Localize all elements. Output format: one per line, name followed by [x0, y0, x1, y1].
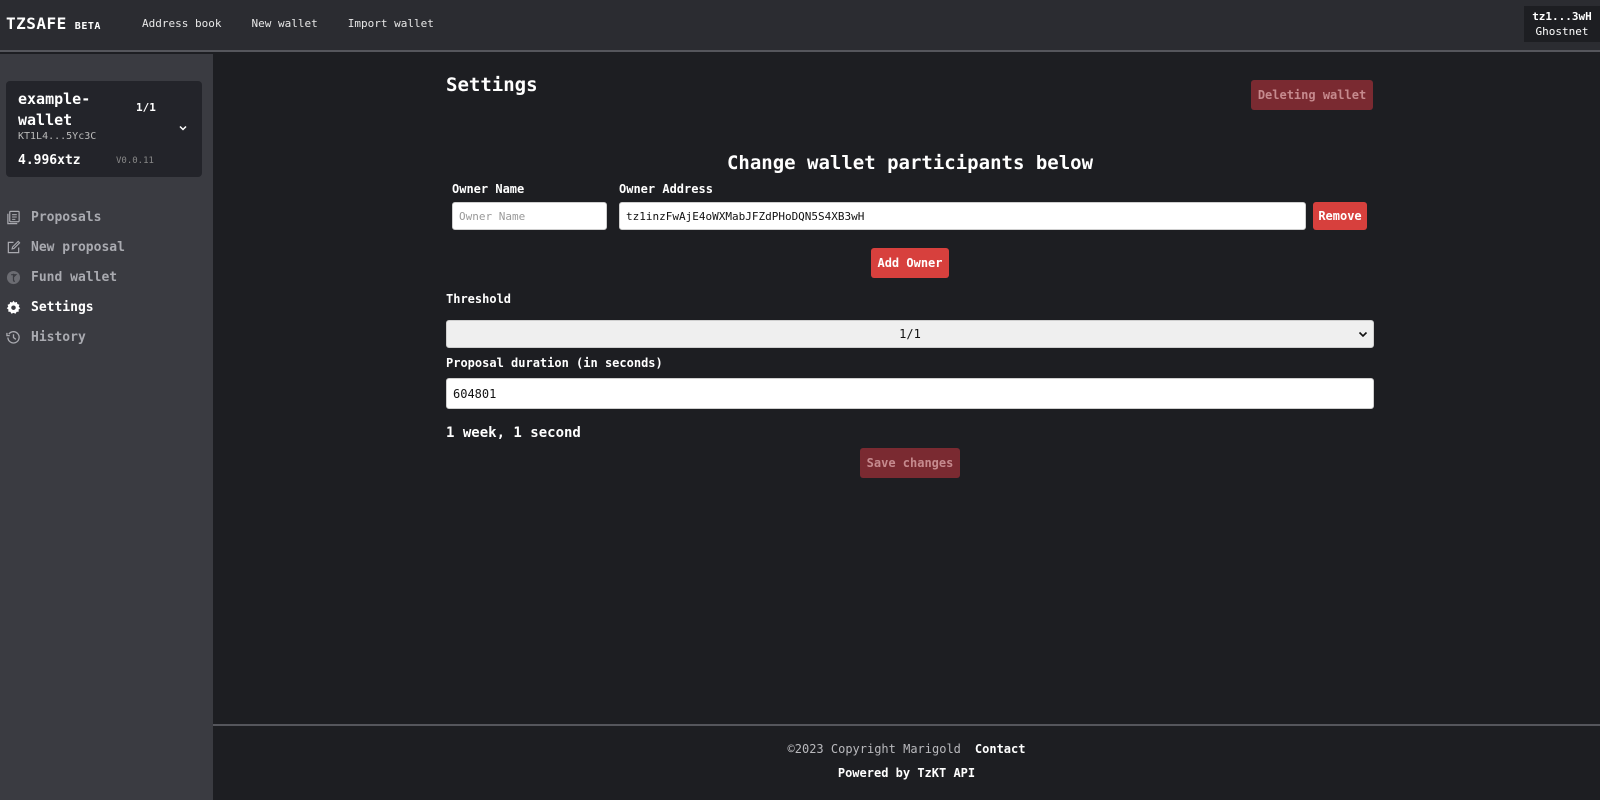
- nav-import-wallet[interactable]: Import wallet: [348, 17, 434, 30]
- sidebar-item-label: New proposal: [31, 239, 125, 255]
- duration-input[interactable]: [446, 378, 1374, 409]
- sidebar-item-label: Settings: [31, 299, 94, 315]
- sidebar-item-label: History: [31, 329, 86, 345]
- sidebar: example-wallet 1/1 KT1L4...5Yc3C 4.996xt…: [0, 54, 213, 800]
- wallet-version: V0.0.11: [116, 156, 154, 166]
- account-address: tz1...3wH: [1532, 10, 1592, 23]
- owner-name-label: Owner Name: [452, 182, 525, 196]
- wallet-threshold: 1/1: [136, 101, 156, 114]
- add-owner-button[interactable]: Add Owner: [871, 248, 949, 278]
- chevron-down-icon: [179, 125, 187, 131]
- sidebar-nav: Proposals New proposal Fund wallet Setti…: [6, 202, 125, 352]
- owner-name-input[interactable]: [452, 202, 607, 230]
- duration-readable: 1 week, 1 second: [446, 425, 581, 441]
- wallet-address: KT1L4...5Yc3C: [18, 131, 97, 142]
- sidebar-item-settings[interactable]: Settings: [6, 292, 125, 322]
- sidebar-item-history[interactable]: History: [6, 322, 125, 352]
- brand-name: TZSAFE: [6, 14, 67, 33]
- owner-address-input[interactable]: [619, 202, 1306, 230]
- sidebar-item-fund-wallet[interactable]: Fund wallet: [6, 262, 125, 292]
- sidebar-item-proposals[interactable]: Proposals: [6, 202, 125, 232]
- wallet-selector[interactable]: example-wallet 1/1 KT1L4...5Yc3C 4.996xt…: [6, 81, 202, 177]
- save-changes-button[interactable]: Save changes: [860, 448, 960, 478]
- duration-label: Proposal duration (in seconds): [446, 356, 663, 370]
- owner-address-label: Owner Address: [619, 182, 713, 196]
- tezos-coin-icon: [6, 270, 21, 284]
- sidebar-item-label: Proposals: [31, 209, 102, 225]
- powered-by: Powered by TzKT API: [837, 766, 976, 780]
- chevron-down-icon: [1358, 331, 1368, 338]
- network-name: Ghostnet: [1535, 25, 1589, 38]
- edit-icon: [7, 240, 21, 253]
- account-menu[interactable]: tz1...3wH Ghostnet: [1524, 6, 1600, 42]
- wallet-balance: 4.996xtz: [18, 153, 81, 168]
- delete-wallet-button[interactable]: Deleting wallet: [1251, 80, 1373, 110]
- nav-new-wallet[interactable]: New wallet: [251, 17, 317, 30]
- sidebar-item-label: Fund wallet: [31, 269, 118, 285]
- section-title: Change wallet participants below: [726, 152, 1094, 174]
- footer: ©2023 Copyright Marigold Contact Powered …: [213, 724, 1600, 800]
- top-nav: Address book New wallet Import wallet: [142, 17, 434, 30]
- top-bar: TZSAFE BETA Address book New wallet Impor…: [0, 0, 1600, 52]
- history-icon: [6, 330, 20, 344]
- beta-badge: BETA: [74, 21, 101, 32]
- threshold-select[interactable]: 1/1: [446, 320, 1374, 348]
- page-title: Settings: [446, 74, 538, 96]
- nav-address-book[interactable]: Address book: [142, 17, 221, 30]
- threshold-value: 1/1: [899, 327, 921, 341]
- contact-link[interactable]: Contact: [975, 742, 1026, 756]
- sidebar-item-new-proposal[interactable]: New proposal: [6, 232, 125, 262]
- copyright-text: ©2023 Copyright Marigold: [787, 742, 961, 756]
- document-stack-icon: [7, 210, 20, 224]
- threshold-label: Threshold: [446, 292, 512, 306]
- gear-icon: [6, 300, 21, 314]
- copyright-line: ©2023 Copyright Marigold Contact: [213, 742, 1600, 756]
- remove-owner-button[interactable]: Remove: [1313, 202, 1367, 230]
- main-content: Settings Deleting wallet Change wallet p…: [213, 54, 1600, 724]
- brand-logo[interactable]: TZSAFE BETA: [6, 14, 101, 33]
- wallet-name: example-wallet: [18, 90, 91, 129]
